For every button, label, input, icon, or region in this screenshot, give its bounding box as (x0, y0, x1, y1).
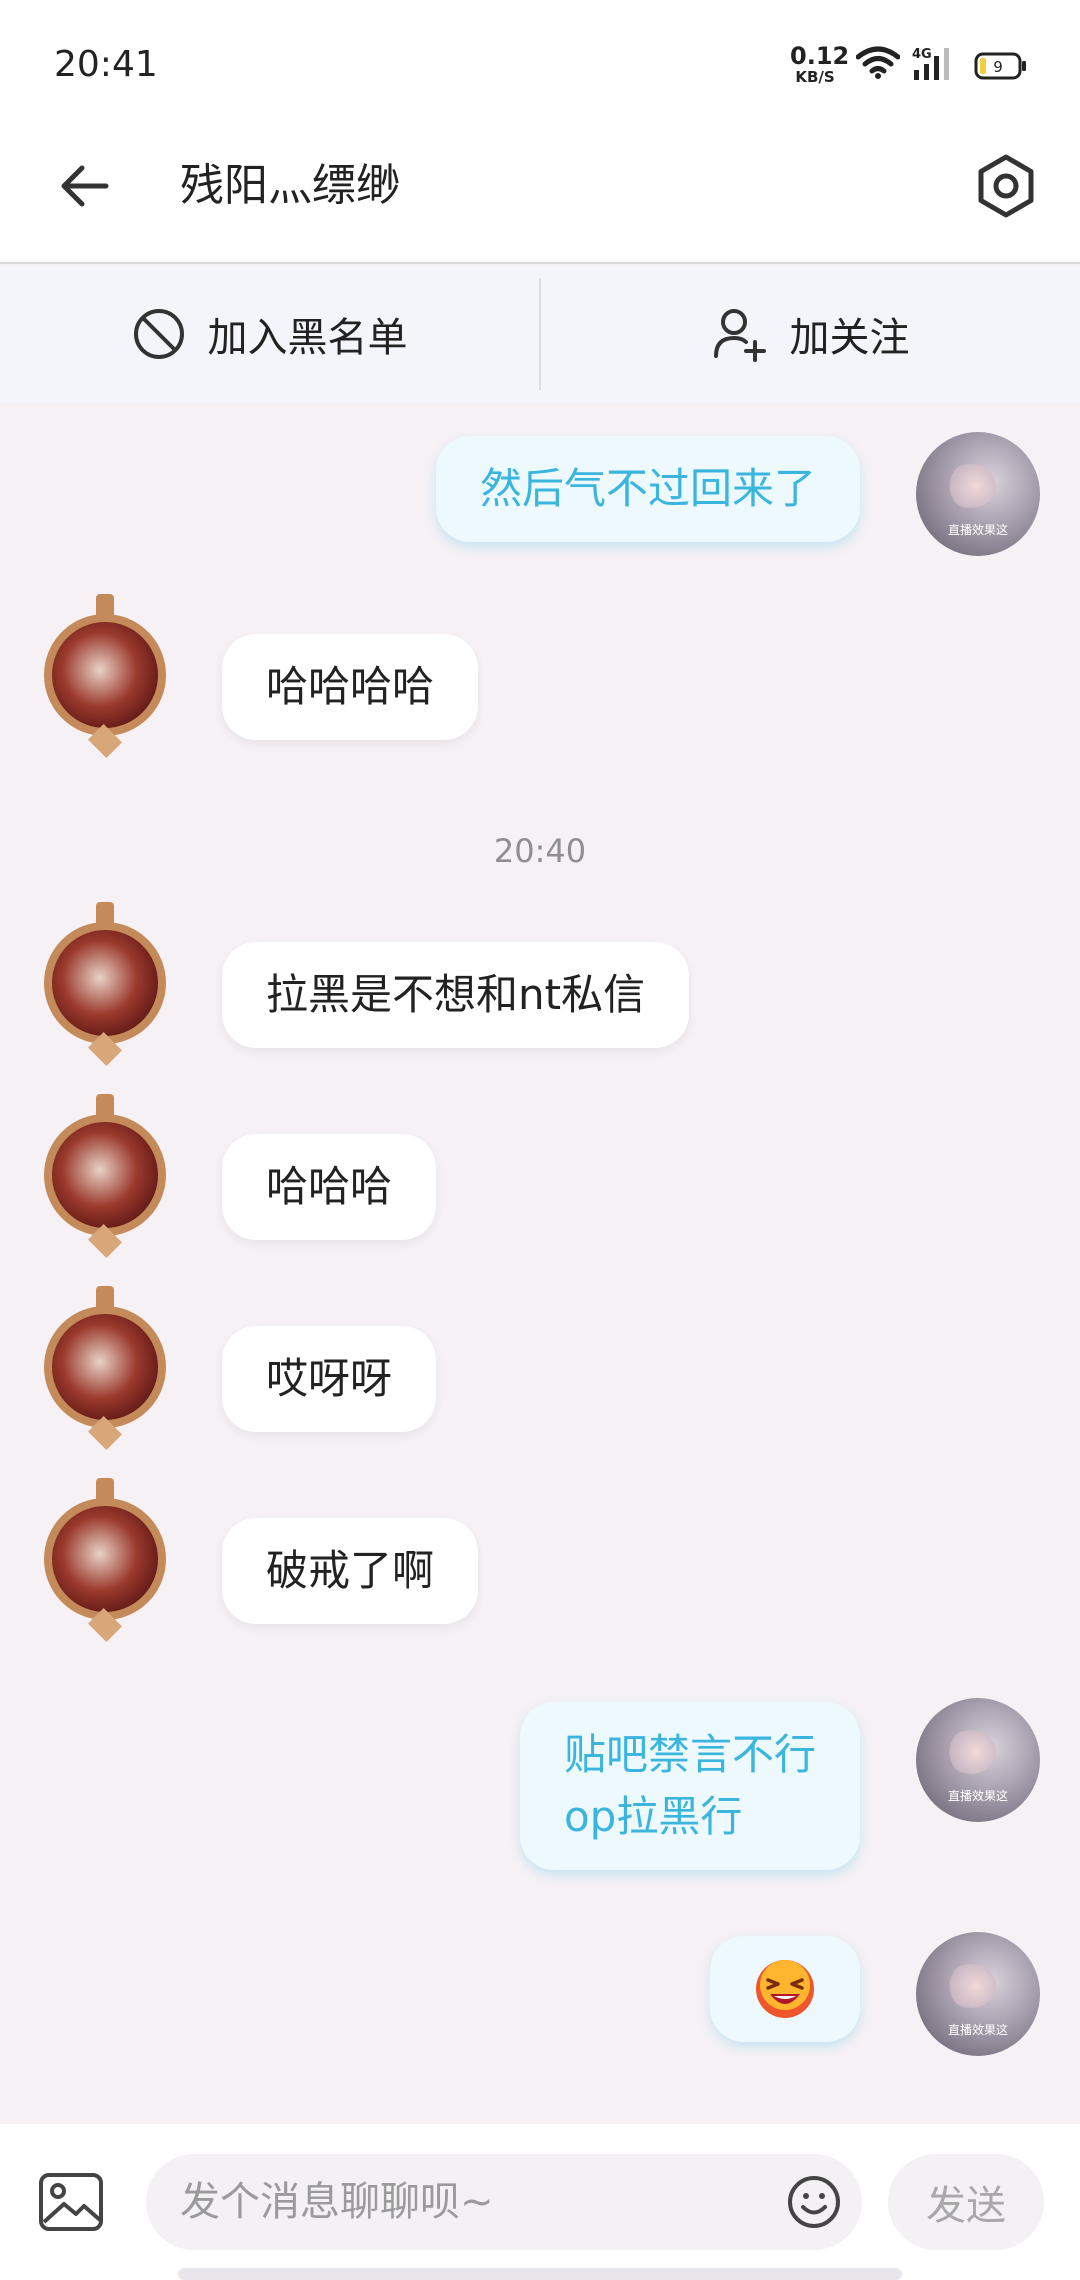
smiley-icon (788, 2176, 840, 2228)
page-title: 残阳灬缥缈 (180, 160, 400, 211)
battery-icon: 9 (974, 52, 1026, 80)
message-input-container (146, 2154, 862, 2250)
message-bubble-other[interactable]: 破戒了啊 (222, 1518, 479, 1624)
self-avatar[interactable]: 直播效果这 (916, 432, 1040, 556)
message-bubble-other[interactable]: 拉黑是不想和nt私信 (222, 942, 690, 1048)
contact-avatar[interactable] (30, 594, 180, 758)
message-bubble-other[interactable]: 哈哈哈哈 (222, 634, 479, 740)
self-avatar[interactable]: 直播效果这 (916, 1932, 1040, 2056)
arrow-left-icon (61, 165, 109, 207)
back-button[interactable] (52, 154, 116, 218)
network-type-label: 4G (912, 47, 932, 62)
send-button[interactable]: 发送 (888, 2154, 1044, 2250)
contact-avatar[interactable] (30, 1286, 180, 1450)
block-icon (133, 309, 184, 359)
add-to-blacklist-button[interactable]: 加入黑名单 (0, 266, 539, 402)
self-avatar-caption: 直播效果这 (947, 523, 1008, 537)
message-timestamp: 20:40 (493, 832, 587, 870)
laughing-emoji-icon (756, 1960, 814, 2018)
message-bubble-other[interactable]: 哈哈哈 (222, 1134, 437, 1240)
action-bar: 加入黑名单 加关注 (0, 266, 1080, 402)
message-bubble-self[interactable] (710, 1936, 860, 2042)
self-avatar-caption: 直播效果这 (947, 1789, 1008, 1803)
follow-button[interactable]: 加关注 (541, 266, 1080, 402)
message-bubble-self[interactable]: 然后气不过回来了 (435, 436, 860, 542)
title-bar: 残阳灬缥缈 (0, 130, 1080, 264)
self-avatar-caption: 直播效果这 (947, 2023, 1008, 2037)
contact-avatar[interactable] (30, 1478, 180, 1642)
gear-icon (978, 154, 1034, 218)
signal-icon: 4G (912, 47, 949, 80)
home-indicator[interactable] (178, 2268, 902, 2280)
settings-button[interactable] (970, 150, 1042, 222)
wifi-icon (856, 46, 900, 79)
emoji-button[interactable] (786, 2174, 842, 2230)
follow-label: 加关注 (789, 315, 910, 361)
add-to-blacklist-label: 加入黑名单 (207, 315, 408, 361)
message-bubble-self[interactable]: 贴吧禁言不行 op拉黑行 (519, 1702, 860, 1870)
contact-avatar[interactable] (30, 902, 180, 1066)
status-bar: 20:41 0.12 KB/S 4G 9 (0, 0, 1080, 130)
network-speed: 0.12 KB/S (790, 42, 850, 86)
image-icon (39, 2173, 103, 2231)
chat-message-list[interactable]: 直播效果这 然后气不过回来了 哈哈哈哈 20:40 拉黑是不想和nt私信 哈哈哈… (0, 402, 1080, 2120)
add-user-icon (713, 309, 766, 362)
message-line: op拉黑行 (563, 1792, 743, 1841)
message-bubble-other[interactable]: 哎呀呀 (222, 1326, 437, 1432)
composer-bar: 发送 (0, 2124, 1080, 2280)
network-speed-unit: KB/S (795, 68, 835, 86)
network-speed-value: 0.12 (790, 42, 850, 70)
status-time: 20:41 (54, 44, 158, 85)
battery-level: 9 (993, 58, 1003, 76)
image-picker-button[interactable] (38, 2172, 104, 2232)
contact-avatar[interactable] (30, 1094, 180, 1258)
message-line: 贴吧禁言不行 (563, 1730, 816, 1779)
self-avatar[interactable]: 直播效果这 (916, 1698, 1040, 1822)
message-input[interactable] (180, 2154, 760, 2250)
